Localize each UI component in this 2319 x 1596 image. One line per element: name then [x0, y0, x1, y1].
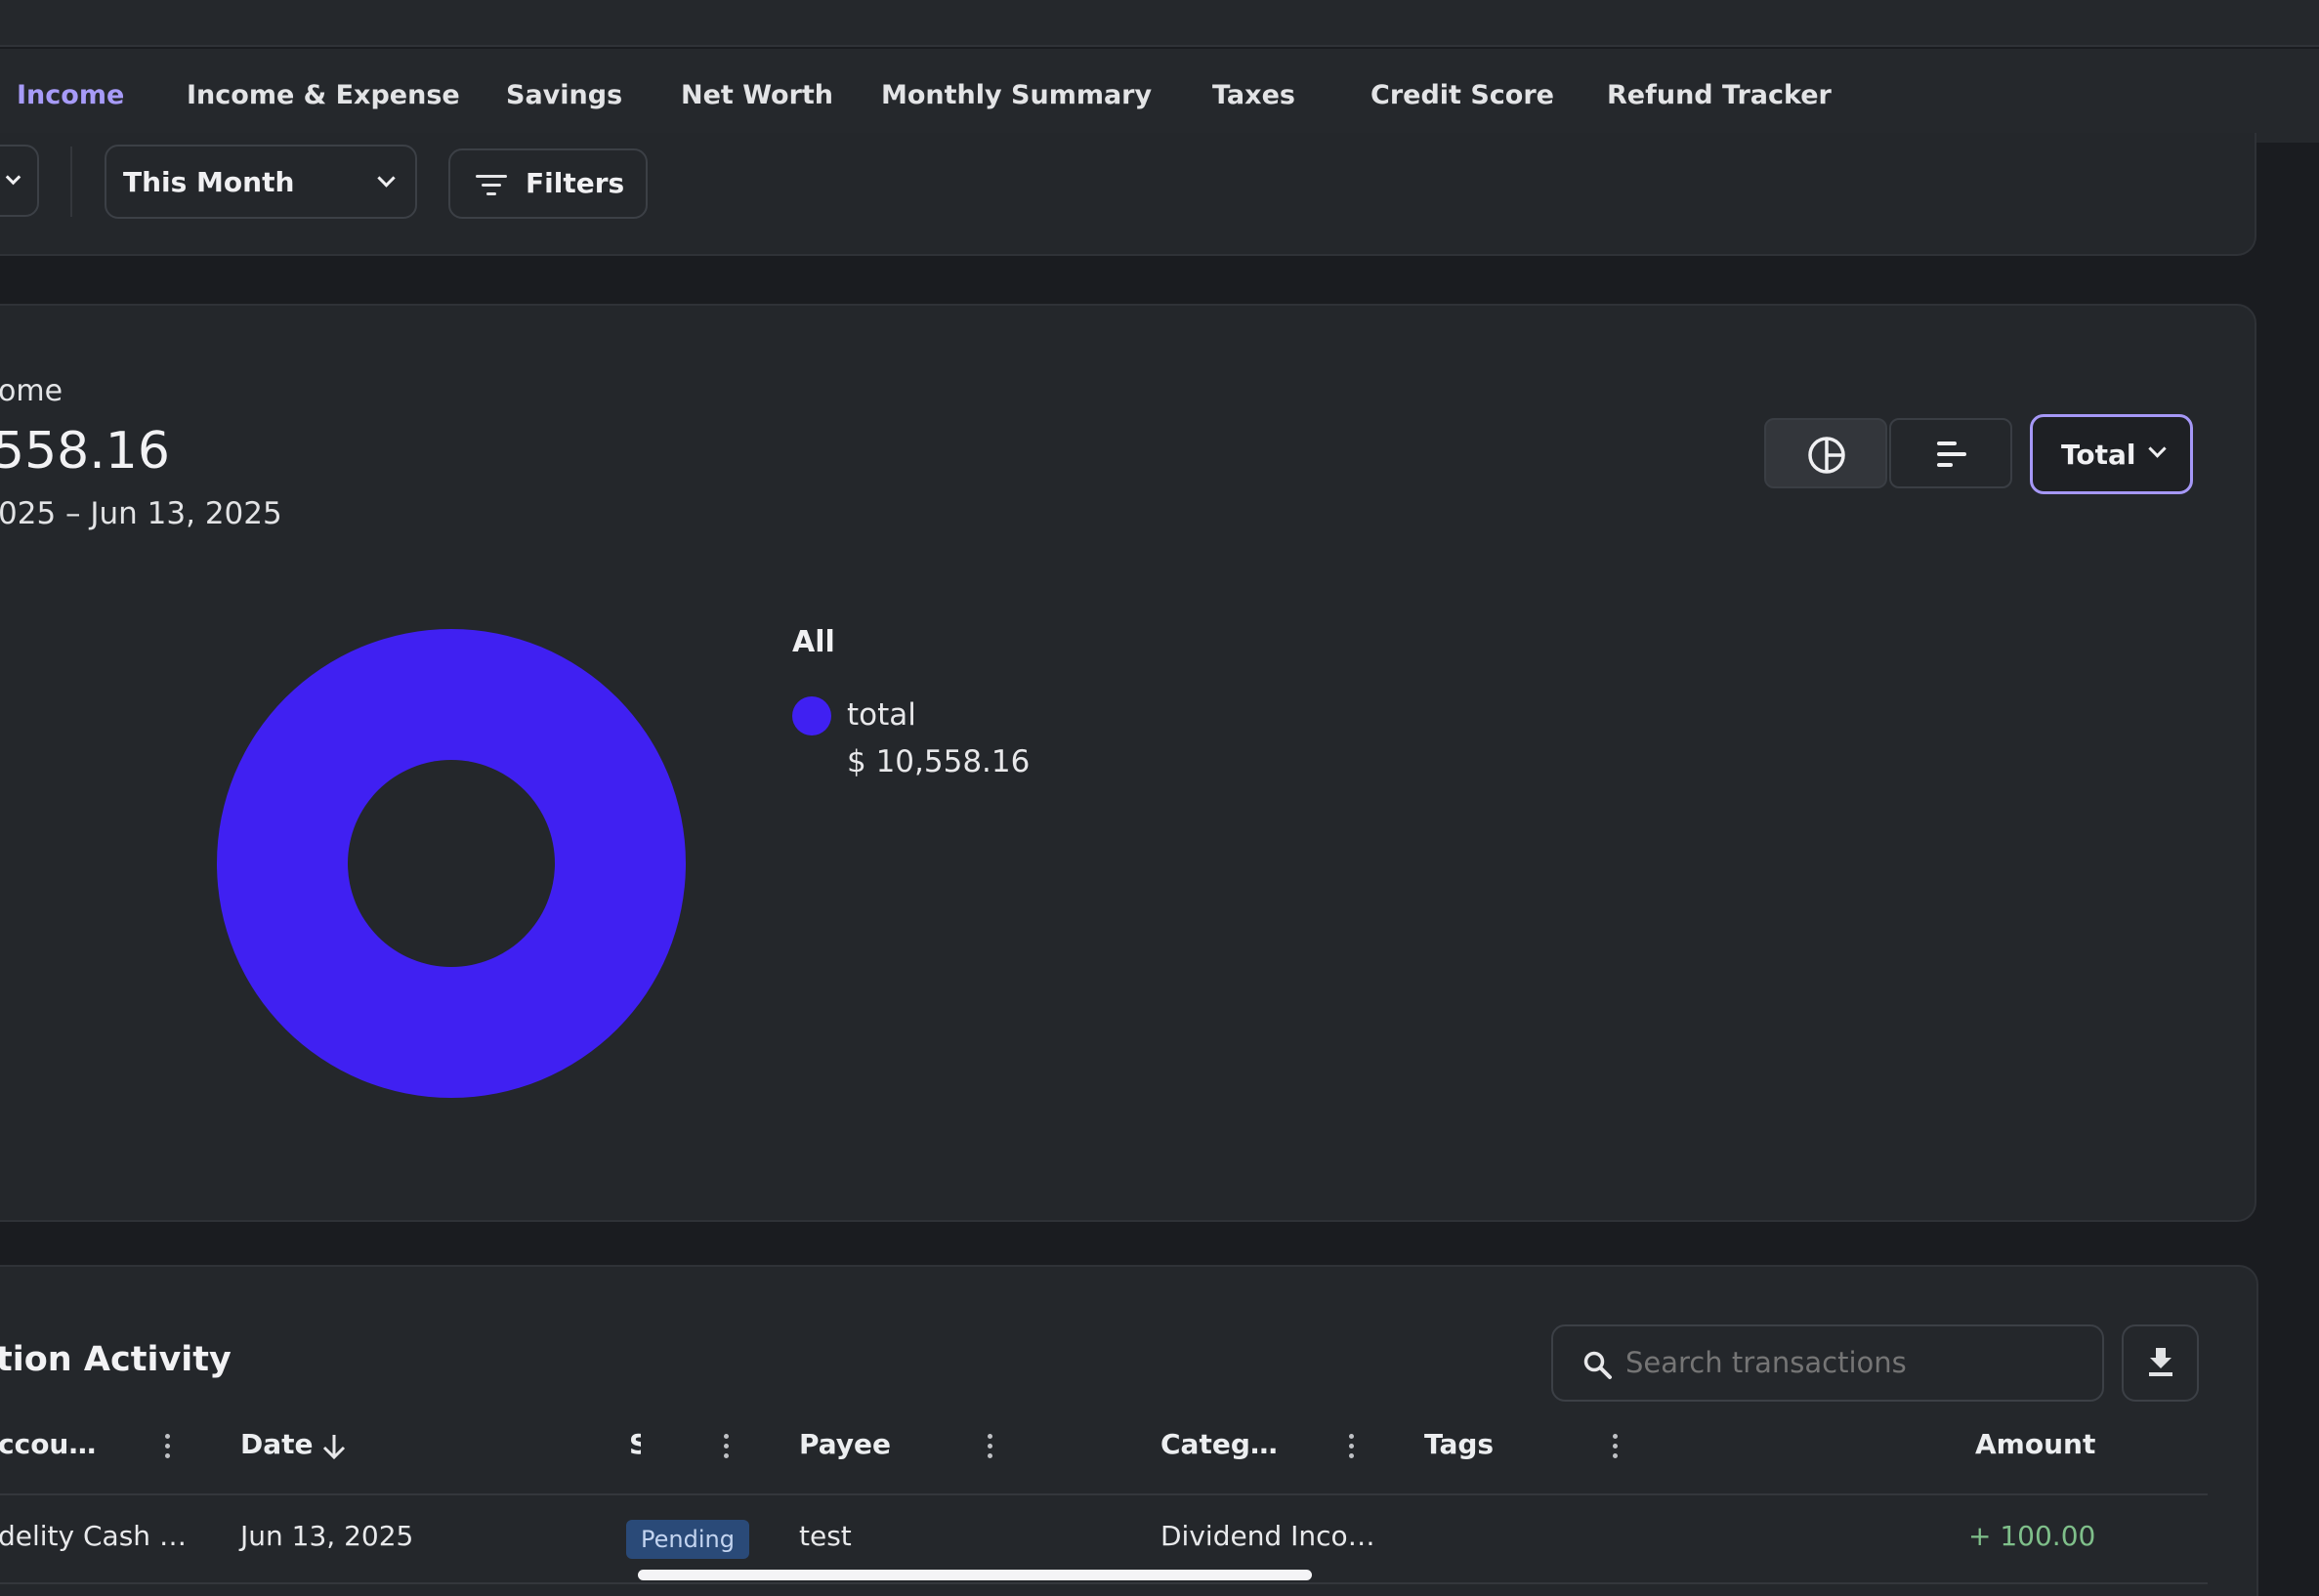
search-icon	[1583, 1351, 1612, 1379]
column-header-amount[interactable]: Amount	[1975, 1428, 2095, 1460]
search-transactions-field[interactable]	[1551, 1324, 2104, 1402]
payee-column-menu-icon[interactable]	[988, 1434, 993, 1459]
chevron-down-icon	[2148, 440, 2167, 458]
column-header-account[interactable]: ccou…	[0, 1428, 96, 1460]
account-select[interactable]	[0, 145, 39, 217]
summary-date-range: 025 – Jun 13, 2025	[0, 496, 282, 531]
pie-chart-icon	[1808, 437, 1845, 474]
tab-income[interactable]: Income	[17, 49, 124, 143]
column-header-category[interactable]: Categ…	[1160, 1428, 1278, 1460]
cell-amount: + 100.00	[1968, 1520, 2096, 1552]
summary-amount: 558.16	[0, 422, 170, 481]
tab-taxes[interactable]: Taxes	[1212, 49, 1295, 143]
tab-monthly-summary[interactable]: Monthly Summary	[881, 49, 1152, 143]
tab-savings[interactable]: Savings	[506, 49, 622, 143]
chevron-down-icon	[5, 169, 21, 186]
pie-chart-toggle[interactable]	[1764, 418, 1887, 488]
legend-swatch-total	[792, 696, 831, 735]
filters-label: Filters	[526, 167, 625, 199]
column-header-payee[interactable]: Payee	[799, 1428, 891, 1460]
date-range-select[interactable]: This Month	[105, 145, 417, 219]
transactions-title: tion Activity	[0, 1340, 232, 1379]
filters-button[interactable]: Filters	[448, 148, 648, 219]
column-header-date[interactable]: Date	[240, 1428, 314, 1460]
search-input[interactable]	[1625, 1340, 2085, 1385]
group-by-select[interactable]: Total	[2030, 414, 2193, 494]
top-bar	[0, 0, 2319, 47]
cell-account: delity Cash …	[0, 1520, 187, 1552]
legend-title: All	[792, 625, 835, 659]
cell-date: Jun 13, 2025	[240, 1520, 414, 1552]
tab-net-worth[interactable]: Net Worth	[681, 49, 833, 143]
cell-category: Dividend Inco…	[1160, 1520, 1375, 1552]
column-header-tags[interactable]: Tags	[1424, 1428, 1494, 1460]
date-range-value: This Month	[123, 166, 295, 198]
account-column-menu-icon[interactable]	[165, 1434, 171, 1459]
table-header-divider	[0, 1493, 2208, 1495]
download-icon	[2149, 1348, 2172, 1376]
status-badge: Pending	[626, 1520, 749, 1559]
sort-descending-icon[interactable]	[321, 1433, 347, 1460]
download-button[interactable]	[2122, 1324, 2199, 1402]
filter-icon	[476, 175, 507, 195]
report-tabs: Income Income & Expense Savings Net Wort…	[0, 49, 2319, 143]
bar-chart-toggle[interactable]	[1889, 418, 2012, 488]
chevron-down-icon	[377, 169, 396, 188]
category-column-menu-icon[interactable]	[1349, 1434, 1355, 1459]
tab-income-expense[interactable]: Income & Expense	[187, 49, 460, 143]
group-by-value: Total	[2061, 439, 2136, 471]
legend-value-total: $ 10,558.16	[847, 744, 1031, 779]
donut-center	[348, 760, 555, 967]
summary-title: ome	[0, 374, 63, 408]
legend-label-total: total	[847, 697, 916, 733]
horizontal-scrollbar[interactable]	[638, 1570, 1312, 1580]
tags-column-menu-icon[interactable]	[1613, 1434, 1619, 1459]
bar-chart-icon	[1937, 441, 1966, 467]
tab-refund-tracker[interactable]: Refund Tracker	[1607, 49, 1832, 143]
cell-payee: test	[799, 1520, 852, 1552]
row-divider	[0, 1582, 2208, 1584]
divider	[70, 147, 72, 217]
status-column-menu-icon[interactable]	[724, 1434, 730, 1459]
column-header-status[interactable]: S	[629, 1428, 641, 1460]
tab-credit-score[interactable]: Credit Score	[1370, 49, 1554, 143]
